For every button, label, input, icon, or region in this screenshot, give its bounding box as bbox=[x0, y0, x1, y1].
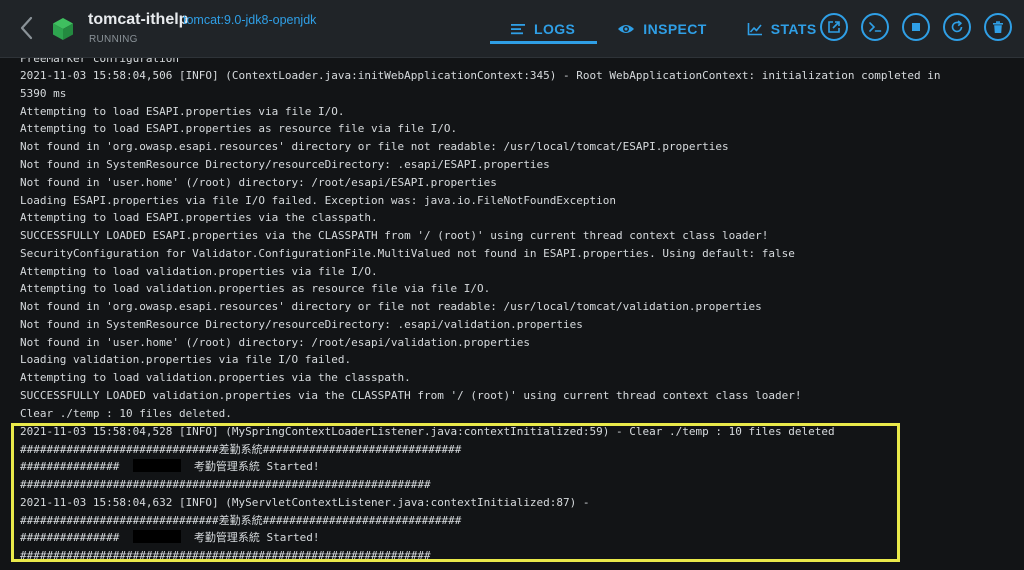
chart-icon bbox=[747, 23, 762, 36]
log-line: FreeMarker configuration bbox=[20, 58, 179, 65]
eye-icon bbox=[618, 25, 635, 33]
tab-logs[interactable]: LOGS bbox=[490, 0, 598, 58]
started-message: 考勤管理系統 Started! bbox=[193, 531, 320, 544]
redacted-block bbox=[132, 530, 181, 543]
logs-icon bbox=[511, 24, 525, 35]
highlighted-log-line: ##############################差勤系統######… bbox=[20, 514, 462, 527]
open-browser-icon bbox=[828, 21, 840, 33]
tab-inspect[interactable]: INSPECT bbox=[597, 0, 726, 58]
log-line: Attempting to load validation.properties… bbox=[20, 265, 378, 278]
log-line: 5390 ms bbox=[20, 87, 67, 100]
started-message: 考勤管理系統 Started! bbox=[193, 460, 320, 473]
log-line: Not found in SystemResource Directory/re… bbox=[20, 158, 550, 171]
container-cube-icon bbox=[52, 17, 74, 41]
tab-bar: LOGS INSPECT STATS bbox=[490, 0, 837, 58]
log-output[interactable]: FreeMarker configuration 2021-11-03 15:5… bbox=[0, 58, 1024, 570]
tab-stats-label: STATS bbox=[770, 21, 817, 37]
log-line: Attempting to load ESAPI.properties via … bbox=[20, 105, 345, 118]
delete-button[interactable] bbox=[984, 13, 1012, 41]
stop-icon bbox=[912, 23, 920, 31]
highlighted-log-line: 2021-11-03 15:58:04,528 [INFO] (MySpring… bbox=[20, 425, 835, 438]
container-header: tomcat-ithelp tomcat:9.0-jdk8-openjdk RU… bbox=[0, 0, 1024, 58]
log-line: 2021-11-03 15:58:04,506 [INFO] (ContextL… bbox=[20, 69, 941, 82]
log-line: Not found in SystemResource Directory/re… bbox=[20, 318, 583, 331]
log-line: Not found in 'org.owasp.esapi.resources'… bbox=[20, 140, 729, 153]
log-line: Attempting to load validation.properties… bbox=[20, 282, 491, 295]
log-line: Attempting to load validation.properties… bbox=[20, 371, 411, 384]
container-name: tomcat-ithelp bbox=[88, 11, 189, 28]
container-actions bbox=[820, 13, 1012, 41]
log-line: Not found in 'org.owasp.esapi.resources'… bbox=[20, 300, 762, 313]
highlighted-log-line: ############### 考勤管理系統 Started! bbox=[20, 529, 319, 546]
open-browser-button[interactable] bbox=[820, 13, 848, 41]
tab-inspect-label: INSPECT bbox=[643, 21, 707, 37]
log-line: Not found in 'user.home' (/root) directo… bbox=[20, 176, 497, 189]
log-line: SUCCESSFULLY LOADED ESAPI.properties via… bbox=[20, 229, 769, 242]
container-status: RUNNING bbox=[89, 34, 138, 45]
restart-icon bbox=[951, 20, 963, 33]
highlighted-log-line: ##############################差勤系統######… bbox=[20, 443, 462, 456]
cli-button[interactable] bbox=[861, 13, 889, 41]
hash-prefix: ############### bbox=[20, 531, 120, 544]
log-line: SecurityConfiguration for Validator.Conf… bbox=[20, 247, 795, 260]
log-line: SUCCESSFULLY LOADED validation.propertie… bbox=[20, 389, 802, 402]
restart-button[interactable] bbox=[943, 13, 971, 41]
docker-desktop-container-logs: tomcat-ithelp tomcat:9.0-jdk8-openjdk RU… bbox=[0, 0, 1024, 570]
stop-button[interactable] bbox=[902, 13, 930, 41]
log-line: Clear ./temp : 10 files deleted. bbox=[20, 407, 232, 420]
cli-icon bbox=[869, 22, 882, 32]
log-line: Attempting to load ESAPI.properties via … bbox=[20, 211, 378, 224]
log-line: Loading validation.properties via file I… bbox=[20, 353, 352, 366]
delete-icon bbox=[993, 21, 1003, 33]
highlighted-log-line: ########################################… bbox=[20, 478, 431, 491]
log-line: Attempting to load ESAPI.properties as r… bbox=[20, 122, 458, 135]
redacted-block bbox=[132, 459, 181, 472]
container-image-link[interactable]: tomcat:9.0-jdk8-openjdk bbox=[183, 13, 316, 27]
back-button[interactable] bbox=[16, 15, 38, 41]
log-line: Loading ESAPI.properties via file I/O fa… bbox=[20, 194, 617, 207]
highlighted-log-line: ############### 考勤管理系統 Started! bbox=[20, 458, 319, 475]
chevron-left-icon bbox=[20, 16, 33, 40]
log-line: Not found in 'user.home' (/root) directo… bbox=[20, 336, 530, 349]
highlighted-log-line: 2021-11-03 15:58:04,632 [INFO] (MyServle… bbox=[20, 496, 590, 509]
hash-prefix: ############### bbox=[20, 460, 120, 473]
highlighted-log-line: ########################################… bbox=[20, 549, 431, 562]
tab-logs-label: LOGS bbox=[534, 21, 576, 37]
